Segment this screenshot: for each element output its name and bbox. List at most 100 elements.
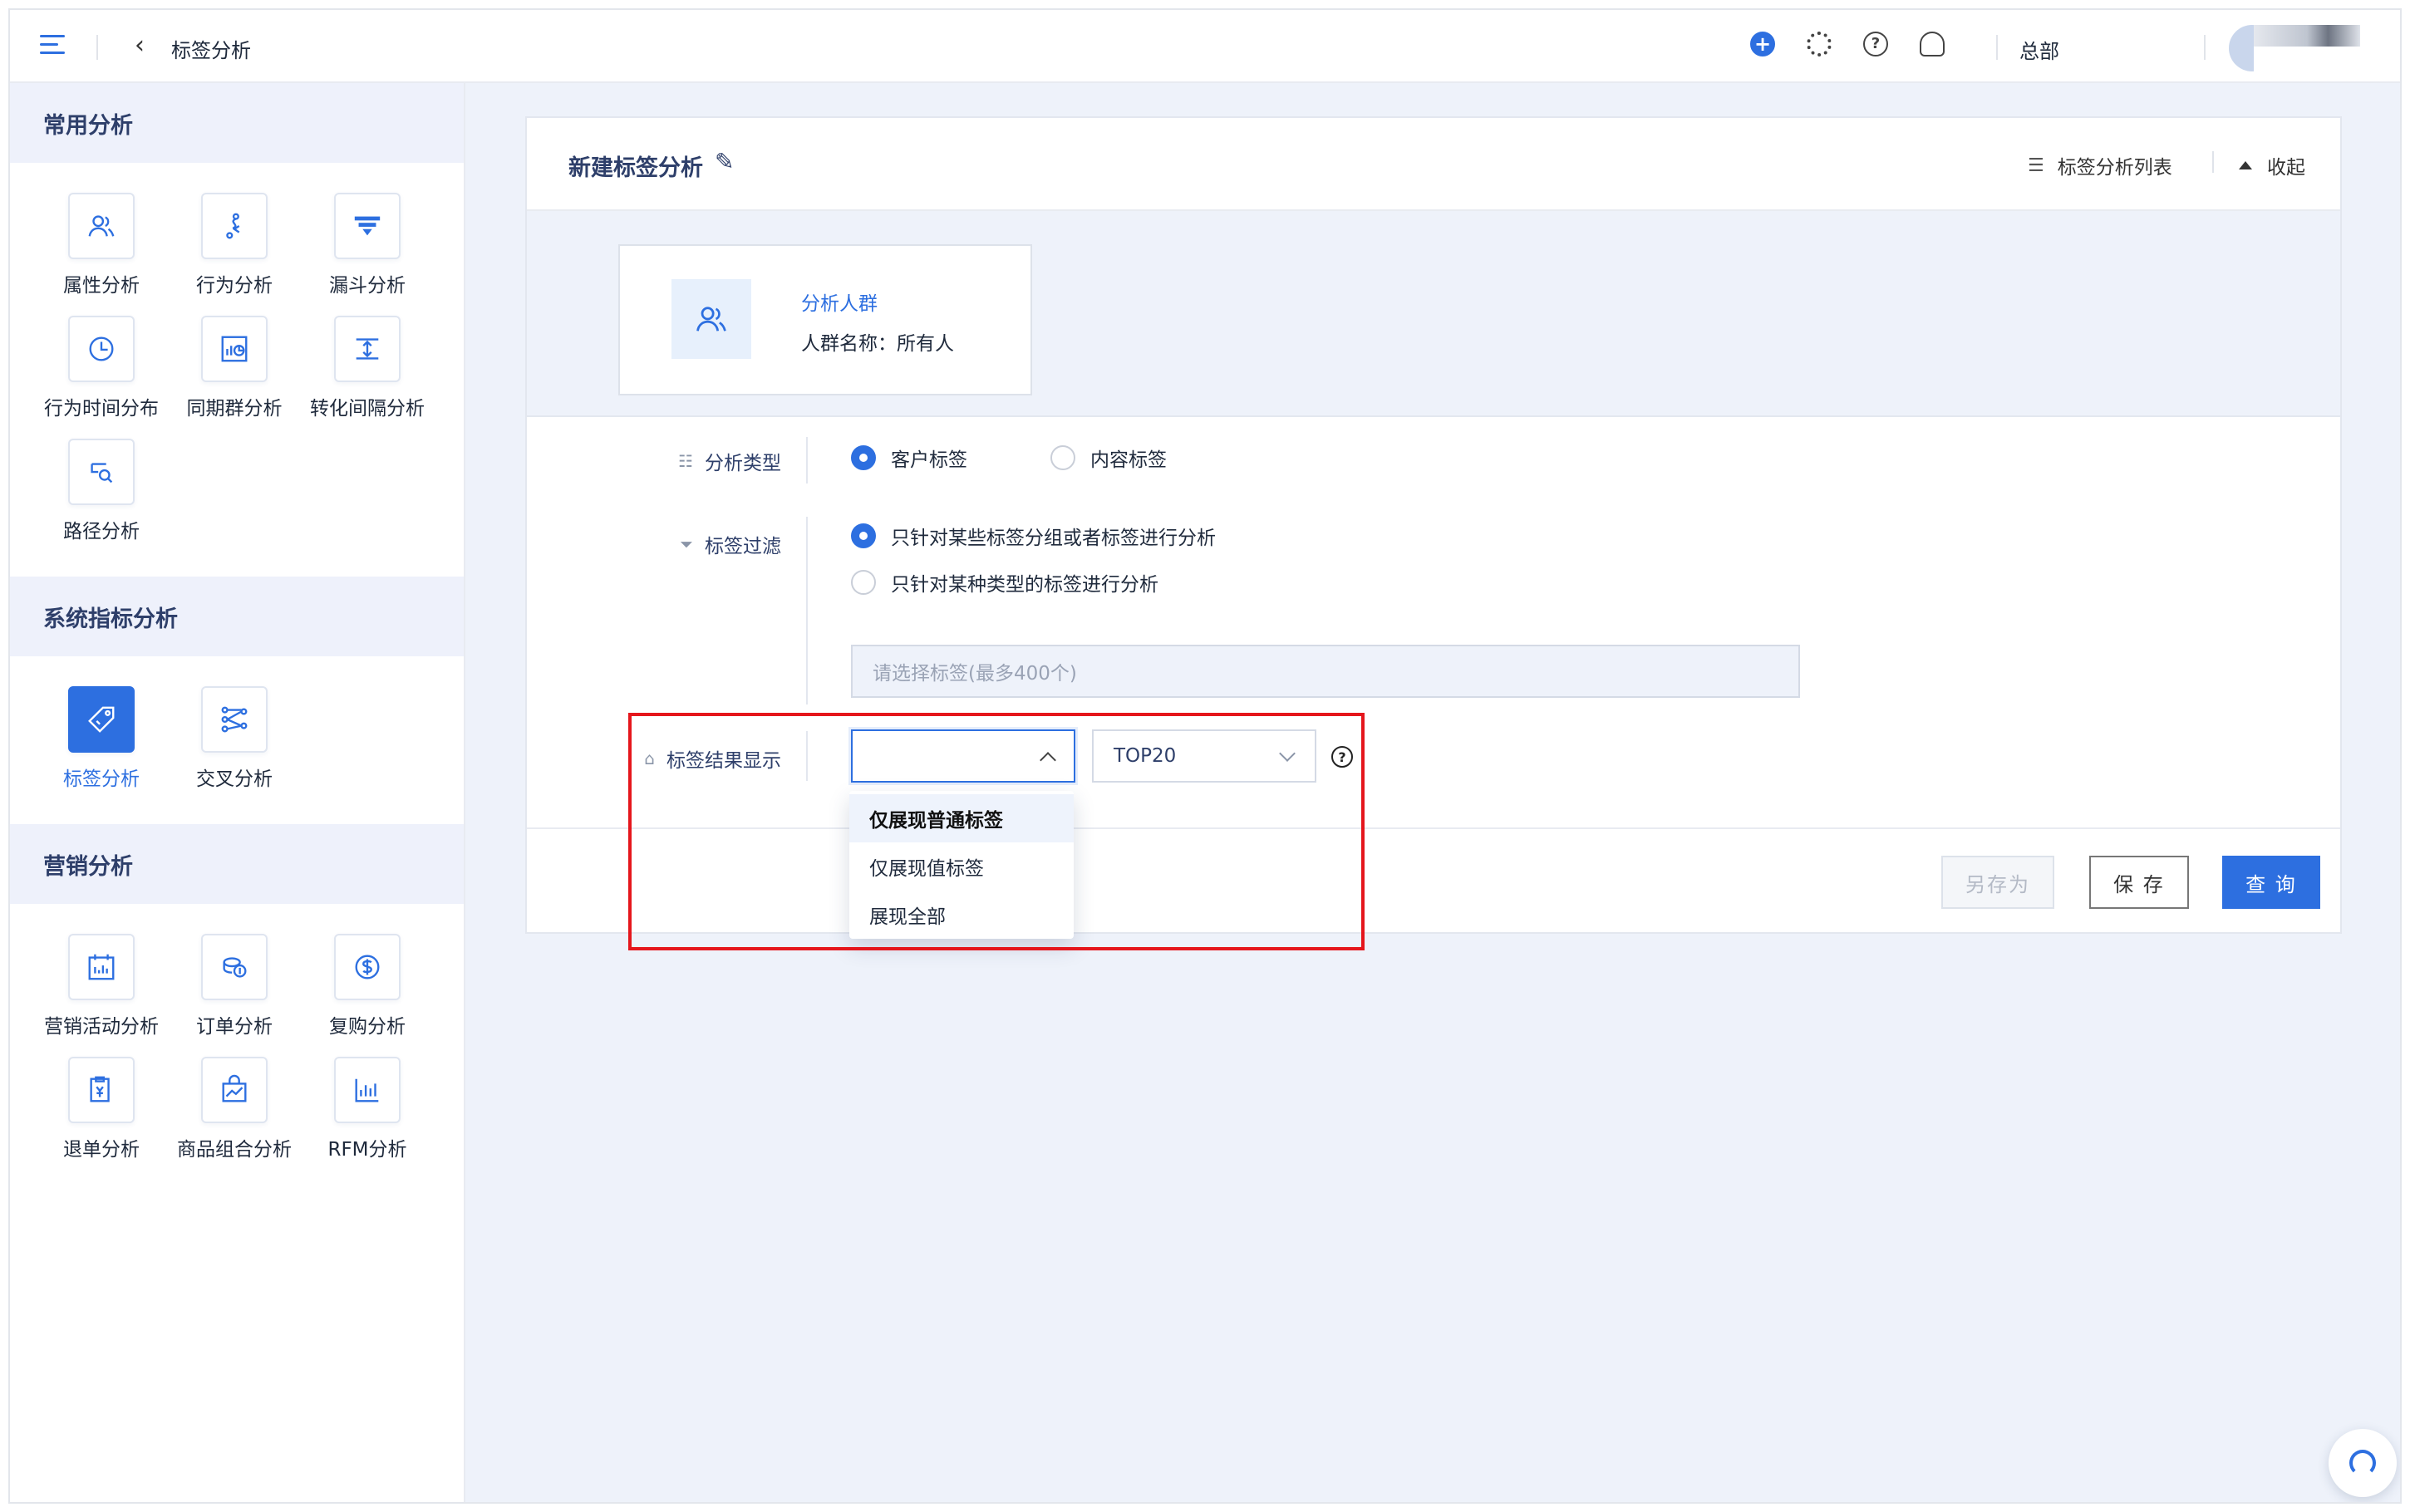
card-header: 新建标签分析 ✎ ☰ 标签分析列表 收起 [527, 118, 2340, 211]
divider [806, 437, 808, 484]
radio-unchecked-icon [1050, 445, 1075, 470]
gear-icon[interactable] [1807, 32, 1832, 56]
dropdown-item-value-tags[interactable]: 仅展现值标签 [849, 842, 1074, 891]
radio-filter-group[interactable]: 只针对某些标签分组或者标签进行分析 [851, 522, 1216, 550]
dropdown-item-normal-tags[interactable]: 仅展现普通标签 [849, 794, 1074, 842]
sidebar-item-cross-analysis[interactable]: 交叉分析 [168, 686, 301, 791]
card-title: 新建标签分析 [568, 155, 703, 181]
radio-label: 客户标签 [891, 449, 967, 471]
sidebar-item-campaign-analysis[interactable]: 营销活动分析 [35, 934, 168, 1038]
org-switcher[interactable]: 总部 [2019, 35, 2059, 64]
tile-label: RFM分析 [327, 1139, 407, 1161]
sidebar-item-conversion-interval[interactable]: 转化间隔分析 [301, 316, 434, 420]
tile-grid-common: 属性分析 行为分析 漏斗分析 行为时间分布 同期群分析 转化间隔分析 路径分析 [10, 163, 464, 577]
sidebar-item-repurchase-analysis[interactable]: 复购分析 [301, 934, 434, 1038]
path-icon [201, 193, 268, 259]
customer-support-button[interactable] [2329, 1429, 2397, 1497]
tile-label: 交叉分析 [196, 768, 273, 790]
crowd-section: 分析人群 人群名称：所有人 [527, 211, 2340, 417]
group-header-system: 系统指标分析 [10, 577, 464, 656]
collapse-button[interactable]: 收起 [2239, 151, 2305, 179]
result-type-select[interactable] [851, 729, 1075, 783]
sidebar: 常用分析 属性分析 行为分析 漏斗分析 行为时间分布 同期群分析 转化间隔分析 … [10, 83, 465, 1502]
tile-label: 漏斗分析 [329, 275, 406, 297]
divider [96, 35, 98, 60]
result-display-label: ⌂ 标签结果显示 [644, 744, 781, 773]
redacted-user-name [2254, 25, 2360, 47]
top-icons: + ? [1750, 32, 1945, 56]
sidebar-item-refund-analysis[interactable]: 退单分析 [35, 1057, 168, 1161]
page-title: 标签分析 [171, 39, 251, 62]
dropdown-item-all[interactable]: 展现全部 [849, 891, 1074, 939]
tag-analysis-card: 新建标签分析 ✎ ☰ 标签分析列表 收起 分析人群 人群名称：所有人 ☷ 分析类… [525, 116, 2342, 934]
save-button[interactable]: 保 存 [2089, 856, 2189, 909]
sidebar-item-funnel-analysis[interactable]: 漏斗分析 [301, 193, 434, 297]
tile-label: 订单分析 [196, 1016, 273, 1038]
sidebar-item-behavior-analysis[interactable]: 行为分析 [168, 193, 301, 297]
edit-pencil-icon[interactable]: ✎ [715, 148, 734, 175]
label-text: 标签结果显示 [666, 750, 781, 772]
divider [806, 517, 808, 704]
radio-unchecked-icon [851, 570, 876, 595]
sidebar-item-rfm-analysis[interactable]: RFM分析 [301, 1057, 434, 1161]
clock-icon [68, 316, 135, 382]
tile-label: 营销活动分析 [44, 1016, 159, 1038]
help-icon[interactable]: ? [1863, 32, 1888, 56]
tile-grid-system: 标签分析 交叉分析 [10, 656, 464, 824]
tile-grid-marketing: 营销活动分析 订单分析 复购分析 退单分析 商品组合分析 RFM分析 [10, 904, 464, 1195]
divider [2204, 35, 2206, 60]
radio-label: 内容标签 [1090, 449, 1167, 471]
tag-analysis-list-link[interactable]: ☰ 标签分析列表 [2028, 151, 2172, 179]
result-type-dropdown: 仅展现普通标签 仅展现值标签 展现全部 [849, 791, 1074, 939]
radio-label: 只针对某种类型的标签进行分析 [891, 574, 1158, 596]
group-header-common: 常用分析 [10, 83, 464, 163]
sidebar-item-behavior-time[interactable]: 行为时间分布 [35, 316, 168, 420]
caret-up-icon [2239, 161, 2252, 169]
sidebar-item-cohort-analysis[interactable]: 同期群分析 [168, 316, 301, 420]
bell-icon[interactable] [1920, 32, 1945, 56]
crowd-card[interactable]: 分析人群 人群名称：所有人 [618, 244, 1032, 395]
analysis-type-label: ☷ 分析类型 [678, 447, 781, 475]
sidebar-item-tag-analysis[interactable]: 标签分析 [35, 686, 168, 791]
list-icon: ☰ [2028, 155, 2044, 176]
radio-filter-type[interactable]: 只针对某种类型的标签进行分析 [851, 568, 1158, 596]
group-header-marketing: 营销分析 [10, 824, 464, 904]
menu-icon[interactable] [40, 35, 65, 56]
radio-checked-icon [851, 445, 876, 470]
cohort-chart-icon [201, 316, 268, 382]
sidebar-item-attribute-analysis[interactable]: 属性分析 [35, 193, 168, 297]
select-value: TOP20 [1114, 745, 1177, 767]
radio-content-tag[interactable]: 内容标签 [1050, 444, 1167, 472]
tile-label: 标签分析 [63, 768, 140, 790]
sidebar-item-order-analysis[interactable]: 订单分析 [168, 934, 301, 1038]
users-icon [671, 279, 751, 359]
tile-label: 属性分析 [63, 275, 140, 297]
tag-select-input[interactable]: 请选择标签(最多400个) [851, 645, 1800, 698]
save-as-button[interactable]: 另存为 [1941, 856, 2054, 909]
redaction-mask [2254, 47, 2387, 80]
sidebar-item-path-analysis[interactable]: 路径分析 [35, 439, 168, 543]
coins-icon [201, 934, 268, 1000]
divider [2212, 151, 2214, 173]
add-icon[interactable]: + [1750, 32, 1775, 56]
list-link-label: 标签分析列表 [2057, 157, 2172, 179]
tile-label: 退单分析 [63, 1139, 140, 1161]
list-type-icon: ☷ [678, 451, 693, 471]
label-text: 分析类型 [705, 453, 781, 474]
label-text: 标签过滤 [705, 536, 781, 557]
tag-outline-icon: ⌂ [644, 749, 655, 768]
cross-nodes-icon [201, 686, 268, 753]
divider [527, 827, 2340, 829]
sidebar-item-product-bundle[interactable]: 商品组合分析 [168, 1057, 301, 1161]
tag-filter-label: ⏷ 标签过滤 [680, 530, 781, 558]
bag-chart-icon [201, 1057, 268, 1123]
top-n-select[interactable]: TOP20 [1092, 729, 1316, 783]
divider [1996, 35, 1998, 60]
funnel-icon [334, 193, 401, 259]
radio-customer-tag[interactable]: 客户标签 [851, 444, 967, 472]
tile-label: 转化间隔分析 [310, 398, 425, 420]
query-button[interactable]: 查 询 [2222, 856, 2320, 909]
back-arrow-icon[interactable]: ‹ [135, 33, 145, 58]
app-window: ‹ 标签分析 + ? 总部 常用分析 属性分析 行为分析 漏斗分析 行为时间分布… [8, 8, 2402, 1504]
help-icon[interactable]: ? [1331, 746, 1353, 768]
